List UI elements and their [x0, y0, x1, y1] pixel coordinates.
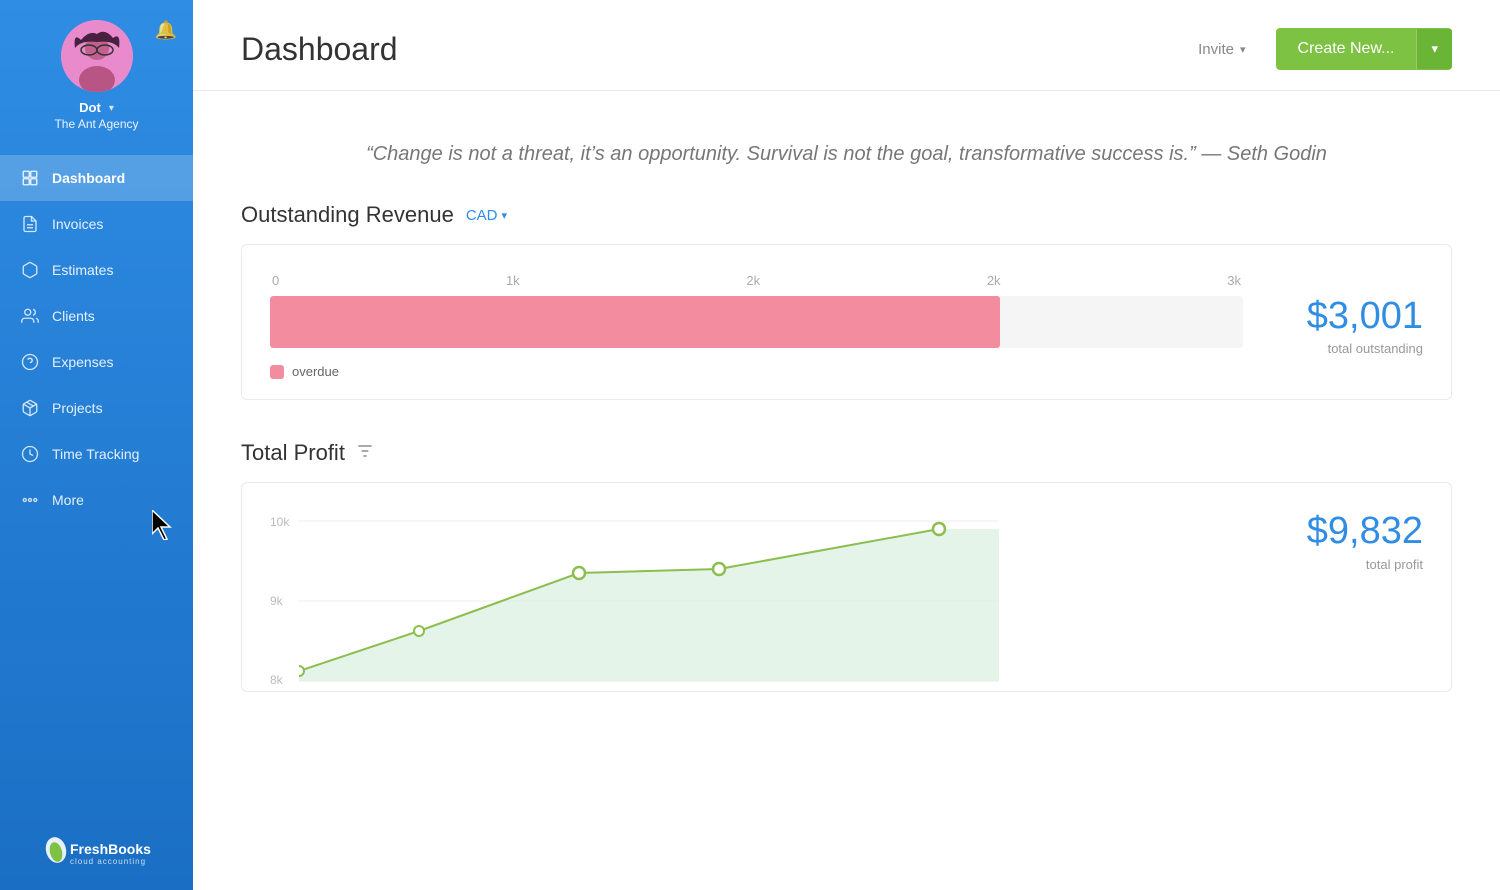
page-title: Dashboard: [241, 31, 398, 68]
header-actions: Invite ▾ Create New... ▾: [1180, 28, 1452, 70]
expenses-icon: [20, 352, 40, 372]
total-profit-title: Total Profit: [241, 440, 345, 466]
sidebar-item-label: Time Tracking: [52, 446, 139, 462]
profit-total-label: total profit: [1263, 557, 1423, 572]
main-header: Dashboard Invite ▾ Create New... ▾: [193, 0, 1500, 91]
sidebar-item-dashboard[interactable]: Dashboard: [0, 155, 193, 201]
user-dropdown-arrow-icon[interactable]: ▾: [109, 103, 114, 114]
y-label-10k: 10k: [270, 515, 289, 529]
sidebar-item-label: Projects: [52, 400, 103, 416]
bar-legend: overdue: [270, 364, 1243, 379]
axis-label-0: 0: [272, 273, 279, 288]
outstanding-revenue-chart: 0 1k 2k 2k 3k overdue $3,001: [241, 244, 1452, 400]
more-icon: [20, 490, 40, 510]
axis-label-1: 1k: [506, 273, 520, 288]
clients-icon: [20, 306, 40, 326]
currency-label: CAD: [466, 207, 498, 224]
dashboard-content: “Change is not a threat, it’s an opportu…: [193, 91, 1500, 724]
axis-label-4: 3k: [1227, 273, 1241, 288]
sidebar-item-label: More: [52, 492, 84, 508]
bar-fill-overdue: [270, 296, 1000, 348]
svg-text:FreshBooks: FreshBooks: [70, 841, 151, 857]
invite-dropdown-icon: ▾: [1240, 43, 1246, 56]
avatar[interactable]: [61, 20, 133, 92]
profit-total-value: $9,832: [1263, 511, 1423, 553]
sidebar-item-more[interactable]: More: [0, 477, 193, 523]
create-new-button[interactable]: Create New... ▾: [1276, 28, 1452, 70]
sidebar-item-time-tracking[interactable]: Time Tracking: [0, 431, 193, 477]
svg-text:cloud accounting: cloud accounting: [70, 857, 146, 866]
total-profit-header: Total Profit: [241, 440, 1452, 466]
y-label-8k: 8k: [270, 673, 289, 687]
create-new-dropdown-icon[interactable]: ▾: [1416, 29, 1452, 69]
currency-dropdown-icon: ▾: [502, 209, 508, 222]
user-area: 🔔 Dot ▾ The Ant Agency: [0, 0, 193, 147]
filter-icon[interactable]: [355, 441, 375, 466]
sidebar-item-expenses[interactable]: Expenses: [0, 339, 193, 385]
legend-dot-overdue: [270, 365, 284, 379]
profit-total: $9,832 total profit: [1263, 511, 1423, 572]
legend-label-overdue: overdue: [292, 364, 339, 379]
total-profit-chart: 10k 9k 8k: [241, 482, 1452, 692]
line-chart-main: 10k 9k 8k: [270, 511, 1243, 691]
sidebar: 🔔 Dot ▾ The Ant Agency D: [0, 0, 193, 890]
profit-line-chart-svg: [299, 511, 999, 691]
dashboard-icon: [20, 168, 40, 188]
inspirational-quote: “Change is not a threat, it’s an opportu…: [241, 123, 1452, 202]
axis-label-3: 2k: [987, 273, 1001, 288]
sidebar-item-label: Dashboard: [52, 170, 125, 186]
time-tracking-icon: [20, 444, 40, 464]
estimates-icon: [20, 260, 40, 280]
notification-bell-icon[interactable]: 🔔: [155, 20, 177, 41]
main-content-area: Dashboard Invite ▾ Create New... ▾ “Chan…: [193, 0, 1500, 890]
projects-icon: [20, 398, 40, 418]
y-label-9k: 9k: [270, 594, 289, 608]
sidebar-item-invoices[interactable]: Invoices: [0, 201, 193, 247]
sidebar-item-label: Invoices: [52, 216, 103, 232]
outstanding-total: $3,001 total outstanding: [1263, 296, 1423, 357]
currency-selector[interactable]: CAD ▾: [466, 207, 507, 224]
create-new-label: Create New...: [1276, 28, 1417, 70]
sidebar-item-estimates[interactable]: Estimates: [0, 247, 193, 293]
outstanding-revenue-title: Outstanding Revenue: [241, 202, 454, 228]
bar-chart-main: 0 1k 2k 2k 3k overdue: [270, 273, 1243, 379]
bar-track: [270, 296, 1243, 348]
sidebar-item-clients[interactable]: Clients: [0, 293, 193, 339]
outstanding-total-value: $3,001: [1263, 296, 1423, 338]
sidebar-item-label: Expenses: [52, 354, 113, 370]
main-nav: Dashboard Invoices Estimates Clients: [0, 147, 193, 810]
invite-label: Invite: [1198, 41, 1234, 58]
invite-button[interactable]: Invite ▾: [1180, 31, 1263, 68]
bar-chart-area: 0 1k 2k 2k 3k overdue $3,001: [270, 273, 1423, 379]
user-name: Dot: [79, 100, 101, 117]
outstanding-revenue-header: Outstanding Revenue CAD ▾: [241, 202, 1452, 228]
axis-label-2: 2k: [746, 273, 760, 288]
invoices-icon: [20, 214, 40, 234]
line-chart-area: 10k 9k 8k: [270, 511, 1423, 691]
bar-axis: 0 1k 2k 2k 3k: [270, 273, 1243, 288]
sidebar-item-label: Clients: [52, 308, 95, 324]
outstanding-total-label: total outstanding: [1263, 341, 1423, 356]
freshbooks-logo: FreshBooks cloud accounting: [0, 810, 193, 890]
quote-text: “Change is not a threat, it’s an opportu…: [366, 143, 1327, 165]
sidebar-item-projects[interactable]: Projects: [0, 385, 193, 431]
sidebar-item-label: Estimates: [52, 262, 113, 278]
company-name: The Ant Agency: [54, 117, 138, 131]
